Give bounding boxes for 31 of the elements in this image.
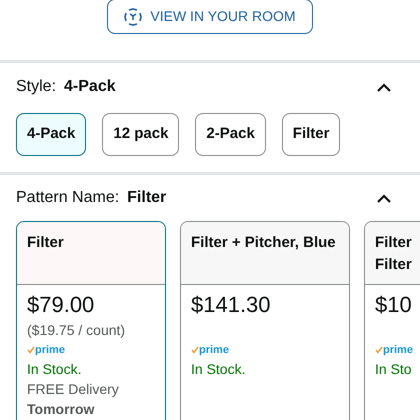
variant-card[interactable]: Filter Filter $10 prime In Sto: [364, 221, 420, 420]
card-title: Filter: [27, 233, 65, 253]
card-title: Filter: [375, 233, 413, 253]
pattern-value: Filter: [127, 188, 166, 208]
stock-status: In Stock.: [27, 360, 82, 379]
delivery-day: Tomorrow: [27, 399, 155, 419]
cube-icon: [124, 8, 142, 26]
prime-logo: prime: [375, 344, 413, 356]
style-option[interactable]: 12 pack: [102, 113, 180, 156]
variant-card[interactable]: Filter $79.00 ($19.75 / count) prime In Stock. FREE Delivery Tomorrow: [16, 221, 166, 420]
style-option[interactable]: 4-Pack: [16, 113, 86, 156]
pattern-label: Pattern Name:: [16, 188, 120, 208]
stock-status: In Stock.: [191, 360, 246, 379]
style-option[interactable]: 2-Pack: [195, 113, 266, 156]
style-value: 4-Pack: [64, 77, 116, 97]
delivery-text: FREE Delivery: [27, 380, 120, 399]
price: $79.00: [27, 291, 96, 319]
price: $141.30: [191, 291, 272, 319]
unit-price: ($19.75 / count): [27, 322, 126, 338]
card-title: Filter + Pitcher, Blue: [191, 233, 337, 253]
variant-card[interactable]: Filter + Pitcher, Blue $141.30 prime In Stock.: [180, 221, 350, 420]
caret-icon[interactable]: [376, 82, 392, 92]
prime-logo: prime: [27, 344, 65, 356]
price: $10: [375, 291, 413, 319]
view-in-room-button[interactable]: VIEW IN YOUR ROOM: [107, 0, 313, 34]
style-option[interactable]: Filter: [282, 113, 340, 156]
caret-icon[interactable]: [376, 193, 392, 203]
card-title: Filter: [375, 255, 413, 275]
stock-status: In Sto: [375, 360, 413, 379]
style-label: Style:: [16, 77, 56, 97]
prime-logo: prime: [191, 344, 229, 356]
